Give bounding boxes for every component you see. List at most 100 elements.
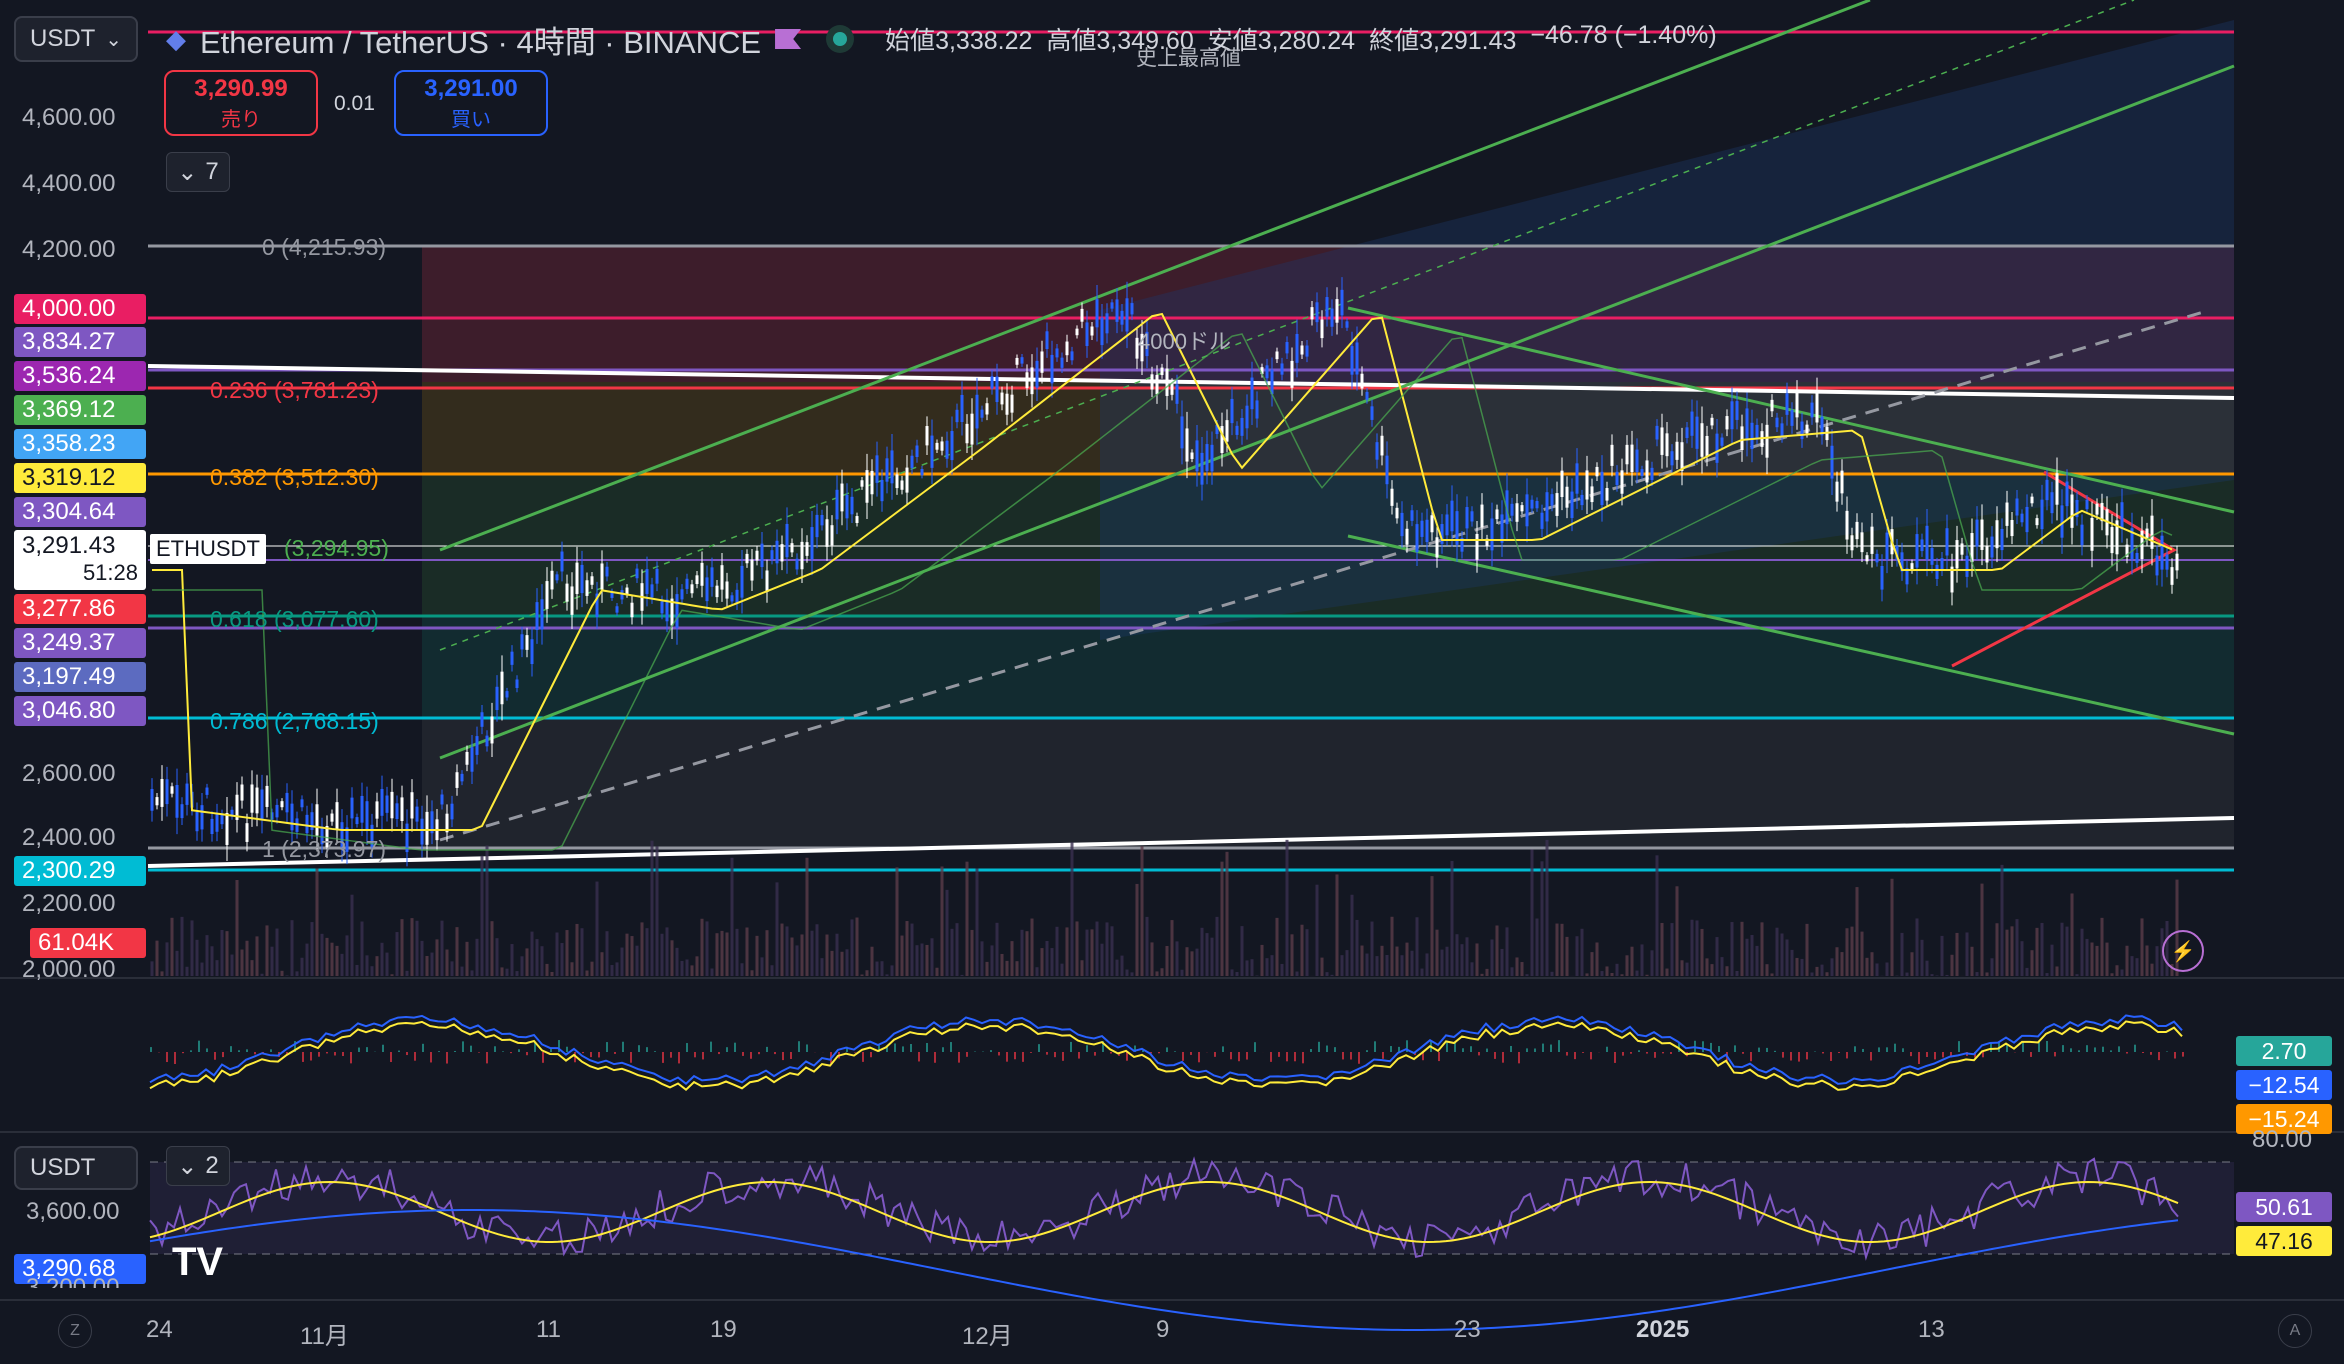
- candle-body: [1410, 510, 1414, 521]
- macd-histogram-bar: [1486, 1048, 1488, 1052]
- macd-line-value: −12.54: [2236, 1070, 2332, 1100]
- volume-bar: [1005, 960, 1009, 976]
- candle-body: [2155, 555, 2159, 576]
- volume-bar: [1590, 952, 1594, 976]
- macd-histogram-bar: [526, 1052, 528, 1056]
- volume-bar: [555, 932, 559, 976]
- candle-body: [1090, 326, 1094, 336]
- macd-histogram-bar: [430, 1052, 432, 1063]
- macd-histogram-bar: [1502, 1052, 1504, 1063]
- buy-label: 買い: [451, 108, 491, 131]
- volume-bar: [1235, 972, 1239, 976]
- candle-body: [1660, 427, 1664, 455]
- price-chart-canvas[interactable]: [0, 0, 2344, 1364]
- candle-body: [785, 523, 789, 558]
- candle-body: [1955, 540, 1959, 569]
- candle-body: [2025, 506, 2029, 533]
- volume-bar: [225, 931, 229, 976]
- macd-histogram-bar: [366, 1047, 368, 1052]
- chart-title-bar: ◆ Ethereum / TetherUS · 4時間 · BINANCE 始値…: [166, 16, 1717, 62]
- macd-histogram-bar: [1278, 1052, 1280, 1057]
- candle-body: [795, 558, 799, 570]
- volume-bar: [1165, 946, 1169, 976]
- volume-bar: [1810, 972, 1814, 976]
- volume-bar: [1375, 956, 1379, 976]
- volume-bar: [870, 946, 874, 976]
- candle-body: [335, 802, 339, 830]
- candle-body: [155, 797, 159, 806]
- candle-body: [1725, 416, 1729, 430]
- macd-histogram-bar: [1222, 1046, 1224, 1052]
- volume-bar: [835, 933, 839, 976]
- volume-bar: [1230, 969, 1234, 976]
- flag-icon[interactable]: [775, 29, 802, 49]
- candle-body: [835, 489, 839, 520]
- symbol-title[interactable]: Ethereum / TetherUS · 4時間 · BINANCE: [200, 17, 761, 62]
- macd-histogram-bar: [958, 1052, 960, 1063]
- candle-body: [1990, 536, 1994, 558]
- volume-bar: [865, 970, 869, 976]
- volume-bar: [1050, 948, 1054, 976]
- candle-body: [765, 570, 769, 593]
- macd-histogram-bar: [1086, 1045, 1088, 1052]
- currency-select[interactable]: USDT ⌄: [14, 16, 138, 62]
- volume-bar: [910, 923, 914, 976]
- macd-histogram-bar: [1662, 1052, 1664, 1054]
- volume-bar: [490, 921, 494, 976]
- candle-body: [1675, 441, 1679, 460]
- candle-body: [1710, 417, 1714, 426]
- candle-body: [225, 813, 229, 845]
- volume-bar: [1040, 948, 1044, 976]
- candle-body: [210, 818, 214, 835]
- volume-bar: [2140, 918, 2144, 976]
- candle-body: [300, 799, 304, 808]
- volume-bar: [580, 928, 584, 976]
- candle-body: [1545, 492, 1549, 522]
- candle-body: [885, 458, 889, 482]
- volume-bar: [485, 845, 489, 976]
- candle-body: [1600, 471, 1604, 506]
- candle-body: [1595, 466, 1599, 477]
- candle-body: [1095, 299, 1099, 328]
- volume-bar: [1175, 941, 1179, 976]
- volume-bar: [685, 959, 689, 976]
- pane2-currency-select[interactable]: USDT: [14, 1146, 138, 1190]
- sell-button[interactable]: 3,290.99 売り: [164, 70, 318, 136]
- market-status-icon: [833, 32, 848, 46]
- macd-histogram-bar: [662, 1052, 664, 1063]
- candle-body: [685, 578, 689, 589]
- zoom-button[interactable]: Z: [58, 1314, 92, 1348]
- volume-bar: [760, 957, 764, 976]
- volume-bar: [375, 956, 379, 976]
- buy-button[interactable]: 3,291.00 買い: [394, 70, 548, 136]
- macd-histogram-bar: [214, 1052, 216, 1060]
- auto-scale-button[interactable]: A: [2278, 1314, 2312, 1348]
- macd-histogram-bar: [918, 1052, 920, 1062]
- macd-histogram-bar: [1022, 1052, 1024, 1062]
- candle-body: [865, 470, 869, 503]
- usd4000-label: 4000ドル: [1138, 329, 1231, 354]
- volume-bar: [1910, 952, 1914, 976]
- volume-bar: [2110, 973, 2114, 976]
- macd-histogram-bar: [1534, 1048, 1536, 1052]
- macd-histogram-bar: [966, 1052, 968, 1057]
- volume-bar: [820, 958, 824, 976]
- volume-bar: [1780, 933, 1784, 976]
- lightning-alert-icon[interactable]: ⚡: [2162, 930, 2204, 972]
- candle-body: [1360, 373, 1364, 389]
- candle-body: [985, 403, 989, 415]
- volume-bar: [1900, 932, 1904, 976]
- candle-body: [1395, 507, 1399, 519]
- indicators-collapse-button[interactable]: ⌄ 7: [166, 152, 230, 192]
- candle-body: [480, 712, 484, 727]
- candle-body: [1495, 509, 1499, 520]
- candle-body: [1435, 537, 1439, 558]
- macd-histogram-bar: [718, 1052, 720, 1055]
- candle-body: [2165, 554, 2169, 570]
- volume-bar: [2000, 864, 2004, 976]
- volume-bar: [190, 920, 194, 976]
- low-value: 3,280.24: [1257, 27, 1356, 55]
- candle-body: [360, 795, 364, 823]
- macd-histogram-bar: [646, 1047, 648, 1052]
- pane2-collapse-button[interactable]: ⌄ 2: [166, 1146, 230, 1186]
